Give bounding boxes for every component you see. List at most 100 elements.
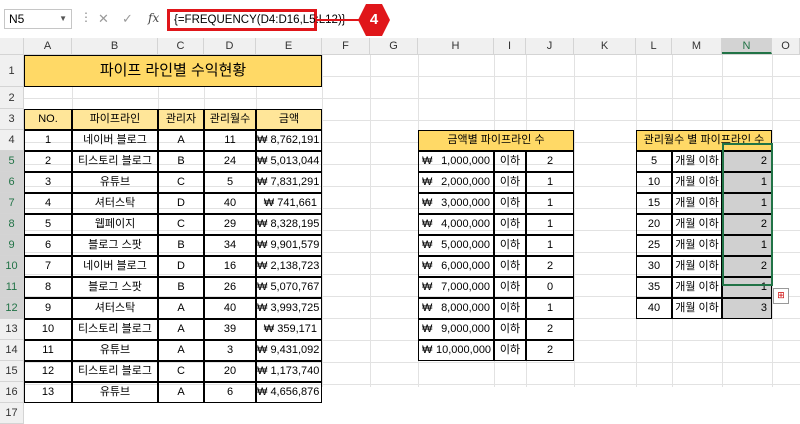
amount-condition[interactable]: 이하 [494,298,526,319]
main-table-header-cell[interactable]: 파이프라인 [72,109,158,130]
main-table-cell[interactable]: C [158,172,204,193]
main-table-cell[interactable]: 블로그 스팟 [72,235,158,256]
main-table-cell[interactable]: 유튜브 [72,382,158,403]
main-table-cell[interactable]: ₩ 5,070,767 [256,277,322,298]
main-table-cell[interactable]: 12 [24,361,72,382]
main-table-cell[interactable]: ₩ 9,901,579 [256,235,322,256]
months-condition[interactable]: 개월 이하 [672,151,722,172]
amount-count[interactable]: 0 [526,277,574,298]
col-header-n[interactable]: N [722,38,772,54]
main-table-header-cell[interactable]: NO. [24,109,72,130]
col-header-b[interactable]: B [72,38,158,54]
main-table-cell[interactable]: 39 [204,319,256,340]
main-table-cell[interactable]: 6 [204,382,256,403]
amount-count[interactable]: 1 [526,193,574,214]
amount-condition[interactable]: 이하 [494,235,526,256]
name-box[interactable]: N5 ▼ [4,9,72,29]
main-table-header-cell[interactable]: 관리자 [158,109,204,130]
amount-count[interactable]: 2 [526,256,574,277]
main-table-cell[interactable]: 24 [204,151,256,172]
main-table-cell[interactable]: 유튜브 [72,340,158,361]
main-table-cell[interactable]: 10 [24,319,72,340]
main-table-cell[interactable]: 13 [24,382,72,403]
months-threshold[interactable]: 20 [636,214,672,235]
main-table-cell[interactable]: D [158,256,204,277]
main-table-cell[interactable]: 1 [24,130,72,151]
main-table-cell[interactable]: 20 [204,361,256,382]
main-table-cell[interactable]: ₩ 5,013,044 [256,151,322,172]
insert-function-icon[interactable]: fx [148,11,159,25]
main-table-cell[interactable]: 11 [24,340,72,361]
main-table-cell[interactable]: 블로그 스팟 [72,277,158,298]
cancel-icon[interactable]: ✕ [98,11,109,27]
main-table-cell[interactable]: 웹페이지 [72,214,158,235]
main-table-cell[interactable]: 26 [204,277,256,298]
col-header-g[interactable]: G [370,38,418,54]
main-table-cell[interactable]: B [158,151,204,172]
main-table-cell[interactable]: 네이버 블로그 [72,256,158,277]
row-header-16[interactable]: 16 [0,382,24,403]
main-table-cell[interactable]: 40 [204,298,256,319]
quick-analysis-icon[interactable]: ⊞ [773,288,789,304]
amount-table-title[interactable]: 금액별 파이프라인 수 [418,130,574,151]
main-table-cell[interactable]: 5 [204,172,256,193]
col-header-i[interactable]: I [494,38,526,54]
main-table-cell[interactable]: B [158,277,204,298]
select-all-corner[interactable] [0,38,24,54]
main-table-cell[interactable]: 3 [24,172,72,193]
col-header-e[interactable]: E [256,38,322,54]
row-header-9[interactable]: 9 [0,235,24,256]
months-threshold[interactable]: 40 [636,298,672,319]
main-table-cell[interactable]: 티스토리 블로그 [72,319,158,340]
months-condition[interactable]: 개월 이하 [672,214,722,235]
main-table-cell[interactable]: C [158,214,204,235]
amount-condition[interactable]: 이하 [494,319,526,340]
col-header-l[interactable]: L [636,38,672,54]
amount-condition[interactable]: 이하 [494,172,526,193]
months-condition[interactable]: 개월 이하 [672,235,722,256]
amount-condition[interactable]: 이하 [494,277,526,298]
months-condition[interactable]: 개월 이하 [672,298,722,319]
months-condition[interactable]: 개월 이하 [672,256,722,277]
amount-count[interactable]: 1 [526,235,574,256]
main-table-cell[interactable]: A [158,298,204,319]
amount-count[interactable]: 2 [526,340,574,361]
main-table-cell[interactable]: 9 [24,298,72,319]
months-threshold[interactable]: 25 [636,235,672,256]
chevron-down-icon[interactable]: ▼ [59,10,67,28]
main-table-cell[interactable]: ₩ 4,656,876 [256,382,322,403]
row-header-12[interactable]: 12 [0,298,24,319]
main-table-cell[interactable]: A [158,340,204,361]
main-table-cell[interactable]: 5 [24,214,72,235]
row-header-7[interactable]: 7 [0,193,24,214]
row-header-6[interactable]: 6 [0,172,24,193]
col-header-h[interactable]: H [418,38,494,54]
amount-count[interactable]: 1 [526,214,574,235]
main-table-cell[interactable]: ₩ 1,173,740 [256,361,322,382]
main-table-cell[interactable]: A [158,130,204,151]
main-table-cell[interactable]: ₩ 741,661 [256,193,322,214]
main-table-cell[interactable]: 16 [204,256,256,277]
main-table-cell[interactable]: 7 [24,256,72,277]
main-table-header-cell[interactable]: 금액 [256,109,322,130]
col-header-m[interactable]: M [672,38,722,54]
enter-icon[interactable]: ✓ [122,11,133,27]
main-table-cell[interactable]: A [158,382,204,403]
main-table-cell[interactable]: ₩ 3,993,725 [256,298,322,319]
row-header-14[interactable]: 14 [0,340,24,361]
main-table-cell[interactable]: 3 [204,340,256,361]
row-header-3[interactable]: 3 [0,109,24,130]
main-table-cell[interactable]: 4 [24,193,72,214]
months-threshold[interactable]: 10 [636,172,672,193]
amount-count[interactable]: 1 [526,298,574,319]
main-table-cell[interactable]: 셔터스탁 [72,298,158,319]
months-condition[interactable]: 개월 이하 [672,172,722,193]
amount-count[interactable]: 2 [526,151,574,172]
amount-condition[interactable]: 이하 [494,214,526,235]
row-header-10[interactable]: 10 [0,256,24,277]
main-table-cell[interactable]: 셔터스탁 [72,193,158,214]
amount-count[interactable]: 1 [526,172,574,193]
col-header-f[interactable]: F [322,38,370,54]
row-header-11[interactable]: 11 [0,277,24,298]
months-count[interactable]: 3 [722,298,772,319]
